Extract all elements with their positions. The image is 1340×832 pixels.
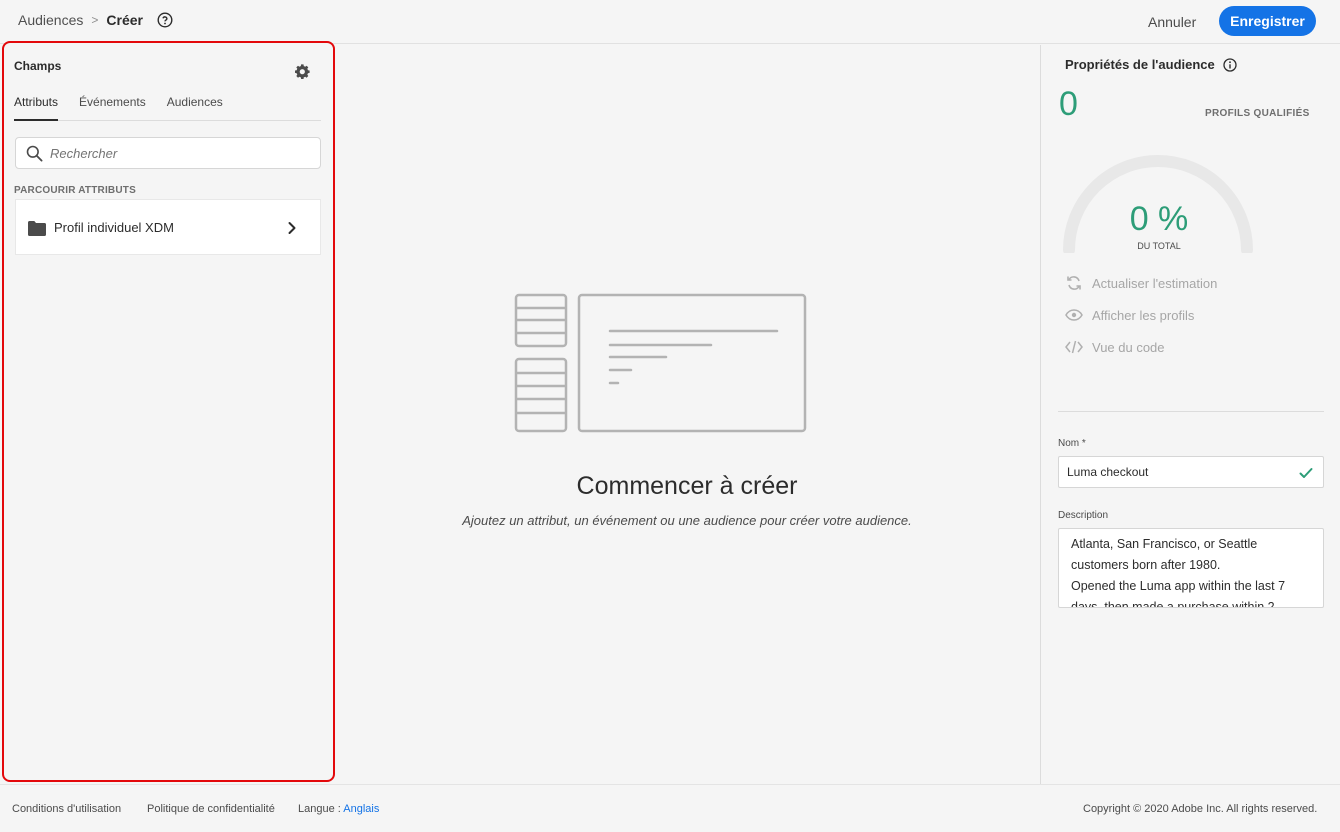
search-field [15, 137, 321, 169]
browse-attributes-label: PARCOURIR ATTRIBUTS [14, 185, 136, 196]
refresh-estimate-label: Actualiser l'estimation [1092, 275, 1218, 291]
checkmark-icon [1299, 466, 1313, 478]
view-profiles-action[interactable]: Afficher les profils [1065, 307, 1194, 323]
breadcrumb-audiences-link[interactable]: Audiences [18, 12, 83, 28]
gear-icon[interactable] [294, 63, 312, 81]
qualified-profiles-count: 0 [1059, 85, 1078, 123]
fields-panel-title: Champs [14, 59, 62, 73]
name-field-label: Nom * [1058, 438, 1086, 449]
tab-evenements[interactable]: Événements [79, 95, 146, 121]
copyright: Copyright © 2020 Adobe Inc. All rights r… [1083, 803, 1318, 815]
code-icon [1065, 339, 1083, 355]
refresh-icon [1065, 275, 1083, 291]
chevron-right-icon[interactable] [286, 220, 298, 236]
name-label-text: Nom [1058, 438, 1080, 449]
language-selector: Langue : Anglais [298, 803, 379, 815]
code-view-action[interactable]: Vue du code [1065, 339, 1165, 355]
gauge-total-label: DU TOTAL [1137, 241, 1181, 251]
description-field[interactable]: Atlanta, San Francisco, or Seattle custo… [1058, 528, 1324, 608]
tab-audiences[interactable]: Audiences [167, 95, 223, 121]
qualified-profiles-label: PROFILS QUALIFIÉS [1205, 108, 1310, 119]
terms-link[interactable]: Conditions d'utilisation [12, 803, 121, 815]
properties-title: Propriétés de l'audience [1065, 57, 1237, 72]
gauge-percent: 0 % [1129, 200, 1189, 238]
empty-state-subtitle: Ajoutez un attribut, un événement ou une… [462, 513, 912, 528]
fields-tabs: Attributs Événements Audiences [14, 95, 321, 121]
tree-item-label: Profil individuel XDM [54, 220, 174, 235]
fields-panel: Champs Attributs Événements Audiences PA… [2, 41, 335, 782]
breadcrumb-current: Créer [106, 12, 143, 28]
name-value: Luma checkout [1067, 465, 1149, 479]
required-marker: * [1081, 438, 1086, 449]
description-field-label: Description [1058, 510, 1109, 521]
description-value: Atlanta, San Francisco, or Seattle custo… [1071, 537, 1286, 608]
cancel-button[interactable]: Annuler [1136, 8, 1208, 36]
privacy-link[interactable]: Politique de confidentialité [147, 803, 275, 815]
language-link[interactable]: Anglais [343, 803, 379, 815]
empty-state-title: Commencer à créer [576, 472, 798, 500]
name-field[interactable]: Luma checkout [1058, 456, 1324, 488]
save-button[interactable]: Enregistrer [1219, 6, 1316, 36]
search-input[interactable] [50, 138, 316, 168]
breadcrumb: Audiences > Créer [18, 12, 173, 28]
top-bar: Audiences > Créer Annuler Enregistrer [0, 0, 1340, 44]
footer: Conditions d'utilisation Politique de co… [0, 784, 1340, 832]
empty-state-illustration [514, 293, 808, 435]
language-label: Langue : [298, 803, 341, 815]
search-icon [26, 145, 43, 162]
tab-attributs[interactable]: Attributs [14, 95, 59, 121]
refresh-estimate-action[interactable]: Actualiser l'estimation [1065, 275, 1217, 291]
tree-item-xdm-profile[interactable]: Profil individuel XDM [15, 199, 321, 255]
view-profiles-label: Afficher les profils [1092, 307, 1195, 323]
folder-icon [28, 221, 46, 236]
eye-icon [1065, 307, 1083, 323]
audience-properties-panel: Propriétés de l'audience 0 PROFILS QUALI… [1040, 45, 1340, 784]
properties-title-text: Propriétés de l'audience [1065, 57, 1215, 72]
info-icon[interactable] [1223, 57, 1237, 72]
properties-divider [1058, 411, 1324, 412]
code-view-label: Vue du code [1092, 339, 1165, 355]
breadcrumb-separator: > [91, 13, 99, 27]
help-icon[interactable] [157, 12, 173, 28]
